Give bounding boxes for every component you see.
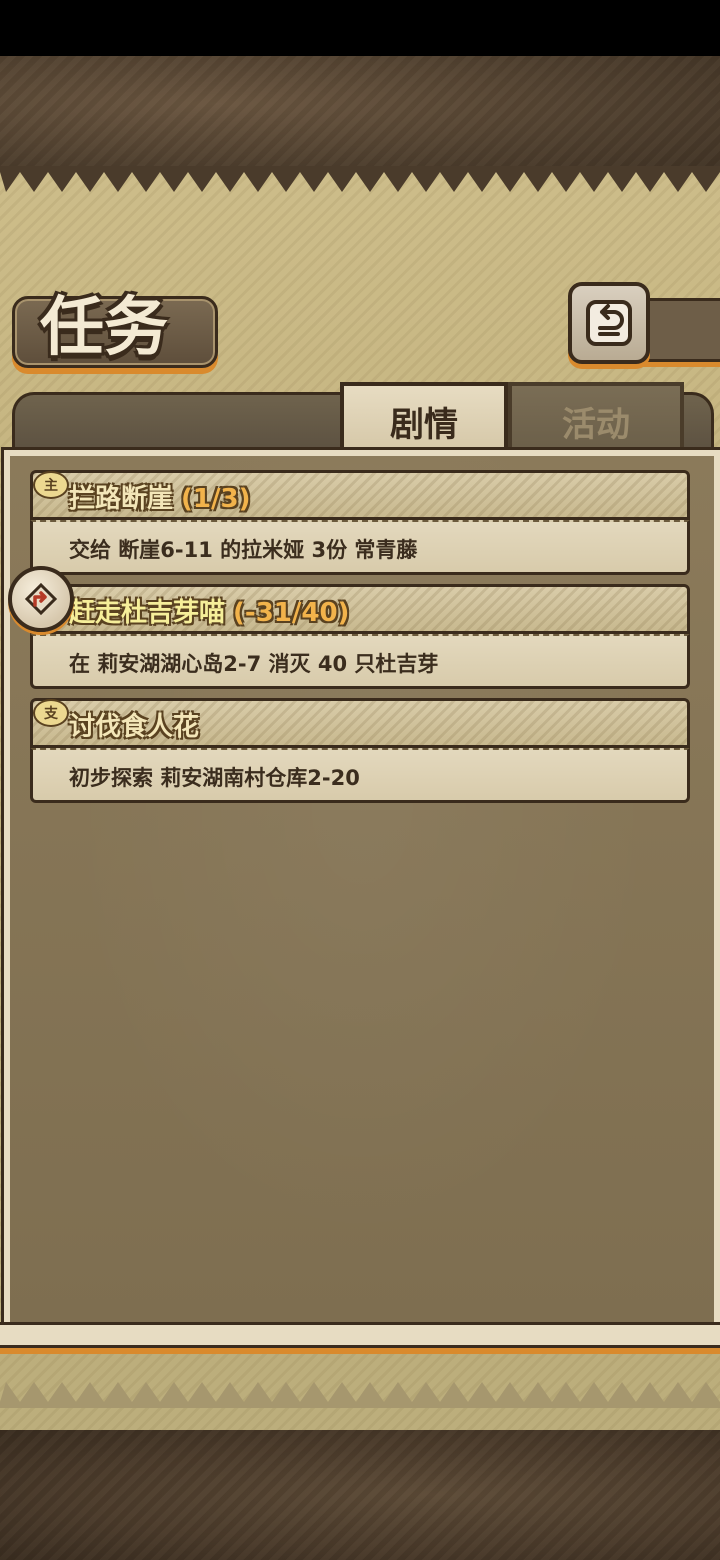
- tab-events[interactable]: 活动: [508, 382, 684, 456]
- map-background-top: [0, 56, 720, 176]
- tab-story[interactable]: 剧情: [340, 382, 508, 456]
- quest-description: 初步探索 莉安湖南村仓库2-20: [69, 766, 360, 790]
- panel-bottom-border: [0, 1322, 720, 1348]
- back-button[interactable]: [568, 282, 650, 364]
- quest-title-text: 讨伐食人花: [69, 712, 200, 742]
- quest-item[interactable]: 赶走杜吉芽喵 (-31/40) 在 莉安湖湖心岛2-7 消灭 40 只杜吉芽: [30, 584, 690, 689]
- quest-title-text: 拦路断崖: [69, 484, 174, 514]
- quest-title: 拦路断崖 (1/3): [69, 478, 250, 515]
- map-background-bottom: [0, 1430, 720, 1560]
- quest-description: 交给 断崖6-11 的拉米娅 3份 常青藤: [69, 538, 418, 562]
- quest-item[interactable]: 主 拦路断崖 (1/3) 交给 断崖6-11 的拉米娅 3份 常青藤: [30, 470, 690, 575]
- quest-item[interactable]: 支 讨伐食人花 初步探索 莉安湖南村仓库2-20: [30, 698, 690, 803]
- side-quest-icon: 支: [33, 699, 69, 727]
- status-bar: [0, 0, 720, 56]
- torn-edge-bottom: [0, 1382, 720, 1408]
- quest-header: 主 拦路断崖 (1/3): [30, 470, 690, 520]
- quest-title-text: 赶走杜吉芽喵: [69, 598, 226, 628]
- quest-title: 赶走杜吉芽喵 (-31/40): [69, 592, 349, 629]
- quest-header: 支 讨伐食人花: [30, 698, 690, 748]
- page-title: 任务: [40, 290, 168, 365]
- tracking-pin-icon[interactable]: [8, 566, 74, 632]
- back-arrow-icon: [586, 300, 632, 346]
- quest-progress: (1/3): [181, 484, 251, 514]
- main-quest-icon: 主: [33, 471, 69, 499]
- quest-body: 在 莉安湖湖心岛2-7 消灭 40 只杜吉芽: [30, 634, 690, 689]
- quest-body: 初步探索 莉安湖南村仓库2-20: [30, 748, 690, 803]
- quest-progress: (-31/40): [233, 598, 350, 628]
- torn-edge-top: [0, 166, 720, 192]
- quest-header: 赶走杜吉芽喵 (-31/40): [30, 584, 690, 634]
- direction-arrow-icon: [24, 582, 58, 616]
- quest-body: 交给 断崖6-11 的拉米娅 3份 常青藤: [30, 520, 690, 575]
- quest-title: 讨伐食人花: [69, 706, 207, 743]
- quest-description: 在 莉安湖湖心岛2-7 消灭 40 只杜吉芽: [69, 652, 439, 676]
